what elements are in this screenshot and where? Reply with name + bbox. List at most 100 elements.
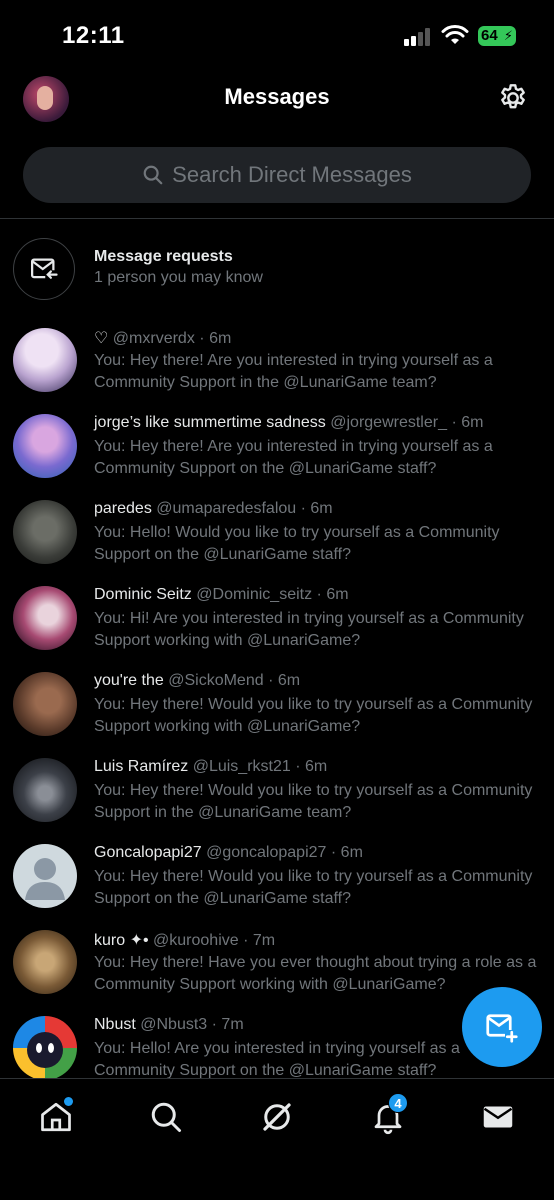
- conversation-item[interactable]: paredes @umaparedesfalou · 6m You: Hello…: [0, 500, 554, 586]
- conversation-handle: @Nbust3: [140, 1016, 208, 1033]
- search-input[interactable]: Search Direct Messages: [23, 147, 531, 203]
- charging-icon: ⚡: [503, 28, 513, 43]
- conversation-header: Luis Ramírez @Luis_rkst21 · 6m: [94, 758, 327, 776]
- conversation-preview: You: Hey there! Have you ever thought ab…: [94, 954, 537, 993]
- nav-home[interactable]: [38, 1097, 74, 1135]
- conversation-time: 6m: [340, 844, 363, 861]
- conversation-header: Goncalopapi27 @goncalopapi27 · 6m: [94, 844, 363, 862]
- conversation-header: kuro ✦• @kuroohive · 7m: [94, 930, 275, 950]
- avatar: [13, 844, 77, 908]
- separator-dot: ·: [295, 758, 301, 775]
- conversation-item[interactable]: Dominic Seitz @Dominic_seitz · 6m You: H…: [0, 586, 554, 672]
- avatar: [13, 414, 77, 478]
- conversation-handle: @Dominic_seitz: [196, 586, 313, 603]
- avatar: [13, 328, 77, 392]
- conversation-header: Nbust @Nbust3 · 7m: [94, 1016, 244, 1034]
- nav-messages[interactable]: [480, 1099, 516, 1135]
- conversation-preview: You: Hey there! Would you like to try yo…: [94, 696, 533, 735]
- conversation-header: ♡ @mxrverdx · 6m: [94, 328, 231, 348]
- conversation-preview: You: Hey there! Would you like to try yo…: [94, 868, 533, 907]
- conversation-preview: You: Hey there! Would you like to try yo…: [94, 782, 533, 821]
- home-badge-dot: [64, 1097, 73, 1106]
- divider: [0, 218, 554, 219]
- conversation-name: Luis Ramírez: [94, 758, 189, 775]
- conversation-item[interactable]: ♡ @mxrverdx · 6m You: Hey there! Are you…: [0, 328, 554, 414]
- gear-icon[interactable]: [497, 82, 529, 114]
- conversation-time: 6m: [209, 330, 232, 347]
- separator-dot: ·: [211, 1016, 217, 1033]
- signal-icon: [404, 28, 434, 46]
- grok-icon: [263, 1103, 291, 1131]
- conversation-header: paredes @umaparedesfalou · 6m: [94, 500, 333, 518]
- conversation-handle: @Luis_rkst21: [192, 758, 291, 775]
- conversation-item[interactable]: Luis Ramírez @Luis_rkst21 · 6m You: Hey …: [0, 758, 554, 844]
- new-message-icon: [486, 1014, 519, 1044]
- conversation-header: Dominic Seitz @Dominic_seitz · 6m: [94, 586, 349, 604]
- conversation-handle: @goncalopapi27: [206, 844, 327, 861]
- conversation-item[interactable]: jorge’s like summertime sadness @jorgewr…: [0, 414, 554, 500]
- conversation-handle: @jorgewrestler_: [330, 414, 447, 431]
- conversation-time: 6m: [326, 586, 349, 603]
- status-time: 12:11: [62, 22, 125, 49]
- conversation-name: ♡: [94, 330, 109, 347]
- separator-dot: ·: [243, 932, 249, 949]
- avatar: [13, 1016, 77, 1080]
- conversation-name: Nbust: [94, 1016, 136, 1033]
- conversation-time: 6m: [310, 500, 333, 517]
- status-bar: 12:11 64 ⚡: [0, 0, 554, 70]
- conversation-preview: You: Hi! Are you interested in trying yo…: [94, 610, 524, 649]
- conversation-time: 6m: [461, 414, 484, 431]
- conversation-name: jorge’s like summertime sadness: [94, 414, 326, 431]
- separator-dot: ·: [451, 414, 457, 431]
- header: Messages: [0, 70, 554, 130]
- new-message-button[interactable]: [462, 987, 542, 1067]
- separator-dot: ·: [316, 586, 322, 603]
- conversation-time: 7m: [252, 932, 276, 949]
- message-requests-title: Message requests: [94, 248, 233, 265]
- conversation-name: Dominic Seitz: [94, 586, 192, 603]
- conversation-time: 7m: [221, 1016, 244, 1033]
- search-placeholder: Search Direct Messages: [172, 162, 412, 187]
- notification-count-badge: 4: [388, 1093, 408, 1113]
- conversation-name: you're the: [94, 672, 164, 689]
- separator-dot: ·: [199, 330, 205, 347]
- mail-icon: [483, 1106, 513, 1128]
- conversation-preview: You: Hello! Would you like to try yourse…: [94, 524, 500, 563]
- conversation-name: Goncalopapi27: [94, 844, 202, 861]
- battery-level: 64: [481, 27, 498, 44]
- conversation-handle: @SickoMend: [168, 672, 264, 689]
- conversation-handle: @umaparedesfalou: [156, 500, 297, 517]
- battery-indicator: 64 ⚡: [478, 26, 516, 46]
- conversation-header: jorge’s like summertime sadness @jorgewr…: [94, 414, 483, 432]
- conversation-item[interactable]: you're the @SickoMend · 6m You: Hey ther…: [0, 672, 554, 758]
- conversation-name: paredes: [94, 500, 152, 517]
- nav-search[interactable]: [148, 1099, 184, 1135]
- avatar: [13, 758, 77, 822]
- conversation-header: you're the @SickoMend · 6m: [94, 672, 300, 690]
- separator-dot: ·: [330, 844, 337, 861]
- nav-notifications[interactable]: 4: [370, 1093, 408, 1135]
- message-requests-icon: [13, 238, 75, 300]
- conversation-time: 6m: [277, 672, 301, 689]
- avatar: [13, 930, 77, 994]
- conversation-name: kuro ✦•: [94, 932, 149, 949]
- separator-dot: ·: [300, 500, 306, 517]
- message-requests-row[interactable]: Message requests 1 person you may know: [0, 220, 554, 320]
- conversation-item[interactable]: Goncalopapi27 @goncalopapi27 · 6m You: H…: [0, 844, 554, 930]
- search-icon: [151, 1102, 181, 1132]
- avatar: [13, 672, 77, 736]
- page-title: Messages: [224, 84, 330, 109]
- avatar: [13, 586, 77, 650]
- conversation-handle: @mxrverdx: [112, 330, 195, 347]
- avatar: [13, 500, 77, 564]
- default-avatar-icon: [25, 858, 65, 900]
- conversation-time: 6m: [305, 758, 328, 775]
- conversation-handle: @kuroohive: [153, 932, 239, 949]
- avatar-bomb-icon: [27, 1032, 63, 1068]
- search-icon: [143, 165, 163, 185]
- message-requests-subtitle: 1 person you may know: [94, 269, 263, 286]
- bottom-nav: 4: [0, 1078, 554, 1200]
- nav-grok[interactable]: [259, 1099, 295, 1135]
- separator-dot: ·: [268, 672, 274, 689]
- conversation-preview: You: Hey there! Are you interested in tr…: [94, 352, 493, 391]
